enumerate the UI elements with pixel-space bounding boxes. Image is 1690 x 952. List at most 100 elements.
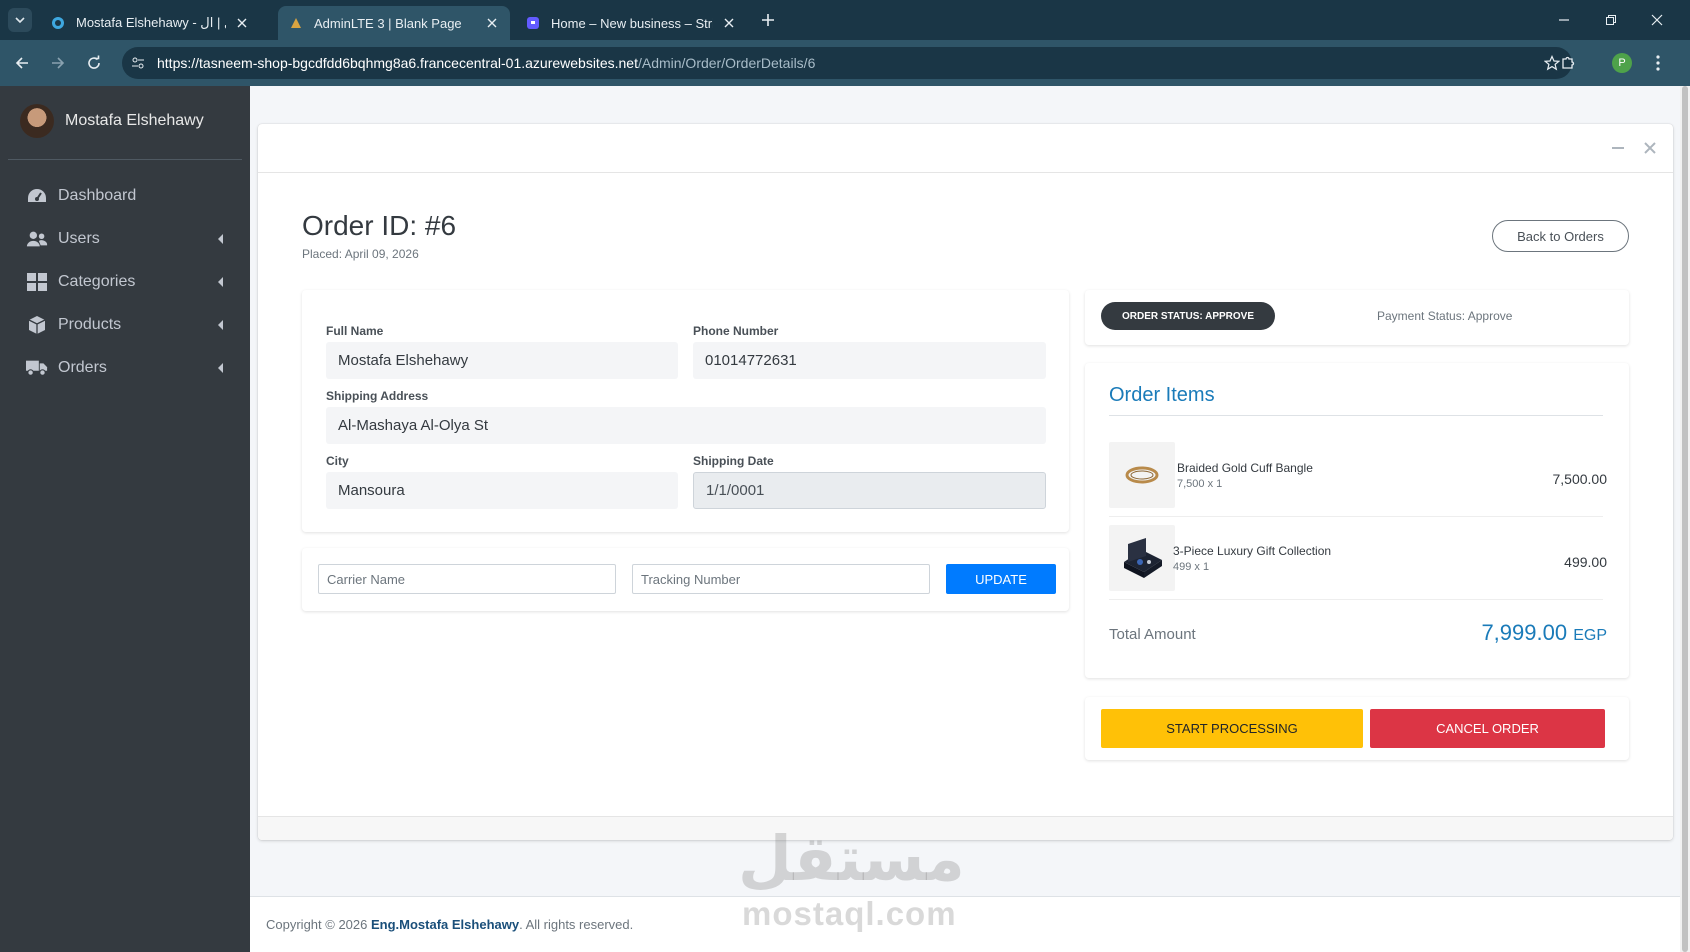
sidebar-item-label: Products — [58, 316, 122, 333]
order-items-title: Order Items — [1109, 384, 1215, 406]
tab-search-button[interactable] — [8, 8, 32, 32]
main-footer: Copyright © 2026 Eng.Mostafa Elshehawy. … — [250, 896, 1680, 952]
copyright-suffix: . All rights reserved. — [519, 917, 634, 932]
copyright-prefix: Copyright © 2026 — [266, 917, 371, 932]
item-thumbnail[interactable] — [1109, 442, 1175, 508]
forward-arrow-icon[interactable] — [46, 51, 70, 75]
item-divider — [1109, 516, 1603, 517]
scrollbar-thumb[interactable] — [1682, 86, 1688, 952]
chevron-down-icon — [15, 17, 25, 24]
copyright-text: Copyright © 2026 Eng.Mostafa Elshehawy. … — [266, 917, 633, 932]
item-name: 3-Piece Luxury Gift Collection — [1173, 544, 1332, 558]
chevron-left-icon — [218, 234, 223, 244]
close-icon[interactable] — [1642, 140, 1658, 156]
bangle-image — [1125, 466, 1159, 484]
full-name-label: Full Name — [326, 324, 384, 338]
shipping-tracking-panel: UPDATE — [302, 548, 1069, 611]
restore-icon[interactable] — [1599, 8, 1623, 32]
phone-number-label: Phone Number — [693, 324, 779, 338]
city-label: City — [326, 454, 349, 468]
sidebar-item-categories[interactable]: Categories — [8, 262, 242, 302]
cancel-order-button[interactable]: CANCEL ORDER — [1370, 709, 1605, 748]
total-amount-number: 7,999.00 — [1481, 620, 1568, 645]
extensions-icon[interactable] — [1556, 51, 1580, 75]
currency-code: EGP — [1573, 627, 1607, 644]
browser-tab[interactable]: Mostafa Elshehawy - مستقل | ال — [40, 6, 260, 40]
shipping-date-label: Shipping Date — [693, 454, 774, 468]
truck-icon — [26, 357, 48, 379]
mostaql-favicon-icon — [50, 15, 66, 31]
author-link[interactable]: Eng.Mostafa Elshehawy — [371, 917, 519, 932]
full-name-field[interactable]: Mostafa Elshehawy — [326, 342, 678, 379]
page-scrollbar[interactable] — [1680, 86, 1690, 952]
url-path: /Admin/Order/OrderDetails/6 — [637, 55, 816, 71]
chevron-left-icon — [218, 363, 223, 373]
sidebar-item-products[interactable]: Products — [8, 305, 242, 345]
watermark-arabic: مستقل — [738, 822, 965, 895]
browser-tab-active[interactable]: AdminLTE 3 | Blank Page — [278, 6, 510, 40]
dashboard-icon — [26, 185, 48, 207]
order-actions-panel: START PROCESSING CANCEL ORDER — [1085, 697, 1629, 760]
start-processing-button[interactable]: START PROCESSING — [1101, 709, 1363, 748]
sidebar-item-users[interactable]: Users — [8, 219, 242, 259]
browser-tab[interactable]: Home – New business – Stripe [ — [515, 6, 747, 40]
phone-number-field[interactable]: 01014772631 — [693, 342, 1046, 379]
reload-icon[interactable] — [82, 51, 106, 75]
tab-title: Mostafa Elshehawy - مستقل | ال — [76, 15, 226, 30]
item-thumbnail[interactable] — [1109, 525, 1175, 591]
url-host: https://tasneem-shop-bgcdfdd6bqhmg8a6.fr… — [157, 55, 638, 71]
collapse-icon[interactable] — [1610, 140, 1626, 156]
browser-toolbar: https://tasneem-shop-bgcdfdd6bqhmg8a6.fr… — [0, 40, 1690, 86]
item-price: 7,500.00 — [1552, 471, 1608, 487]
shipping-address-label: Shipping Address — [326, 389, 429, 403]
user-panel[interactable]: Mostafa Elshehawy — [0, 86, 250, 160]
profile-avatar[interactable]: P — [1610, 51, 1634, 75]
close-tab-icon[interactable] — [484, 15, 500, 31]
address-bar[interactable]: https://tasneem-shop-bgcdfdd6bqhmg8a6.fr… — [122, 47, 1572, 79]
item-quantity: 499 x 1 — [1173, 561, 1210, 573]
sidebar-item-orders[interactable]: Orders — [8, 348, 242, 388]
back-to-orders-button[interactable]: Back to Orders — [1492, 220, 1629, 252]
sidebar-item-label: Orders — [58, 359, 107, 376]
close-tab-icon[interactable] — [234, 15, 250, 31]
back-arrow-icon[interactable] — [10, 51, 34, 75]
chevron-left-icon — [218, 277, 223, 287]
sidebar-item-dashboard[interactable]: Dashboard — [8, 176, 242, 216]
item-divider — [1109, 599, 1603, 600]
users-icon — [26, 228, 48, 250]
shipping-date-field: 1/1/0001 — [693, 472, 1046, 509]
close-tab-icon[interactable] — [721, 15, 737, 31]
gift-box-image — [1124, 538, 1162, 578]
tracking-number-input[interactable] — [632, 564, 930, 594]
tab-title: AdminLTE 3 | Blank Page — [314, 15, 462, 31]
shipping-address-field[interactable]: Al-Mashaya Al-Olya St — [326, 407, 1046, 444]
box-icon — [26, 314, 48, 336]
total-amount-value: 7,999.00 EGP — [1481, 620, 1607, 646]
stripe-favicon-icon — [525, 15, 541, 31]
order-status-badge: ORDER STATUS: APPROVE — [1101, 302, 1275, 330]
avatar — [20, 104, 54, 138]
update-button[interactable]: UPDATE — [946, 564, 1056, 594]
site-settings-icon[interactable] — [130, 55, 146, 71]
order-details-card: Order ID: #6 Placed: April 09, 2026 Back… — [258, 124, 1673, 840]
sidebar-item-label: Categories — [58, 273, 136, 290]
profile-initial: P — [1612, 53, 1632, 73]
city-field[interactable]: Mansoura — [326, 472, 678, 509]
new-tab-icon[interactable] — [758, 10, 778, 30]
close-window-icon[interactable] — [1645, 8, 1669, 32]
sidebar-divider — [8, 159, 242, 160]
order-items-panel: Order Items Braided Gold Cuff Bangle 7,5… — [1085, 363, 1629, 678]
url-text: https://tasneem-shop-bgcdfdd6bqhmg8a6.fr… — [157, 55, 815, 71]
minimize-icon[interactable] — [1552, 8, 1576, 32]
sidebar-item-label: Dashboard — [58, 187, 137, 204]
page-title: Order ID: #6 — [302, 210, 457, 241]
order-items-divider — [1109, 415, 1603, 416]
chevron-left-icon — [218, 320, 223, 330]
browser-menu-icon[interactable] — [1646, 51, 1670, 75]
tab-title: Home – New business – Stripe [ — [551, 15, 713, 31]
item-name: Braided Gold Cuff Bangle — [1177, 461, 1313, 475]
carrier-name-input[interactable] — [318, 564, 616, 594]
total-amount-label: Total Amount — [1109, 626, 1196, 643]
status-panel: ORDER STATUS: APPROVE Payment Status: Ap… — [1085, 290, 1629, 345]
sidebar-user-name: Mostafa Elshehawy — [65, 112, 204, 129]
